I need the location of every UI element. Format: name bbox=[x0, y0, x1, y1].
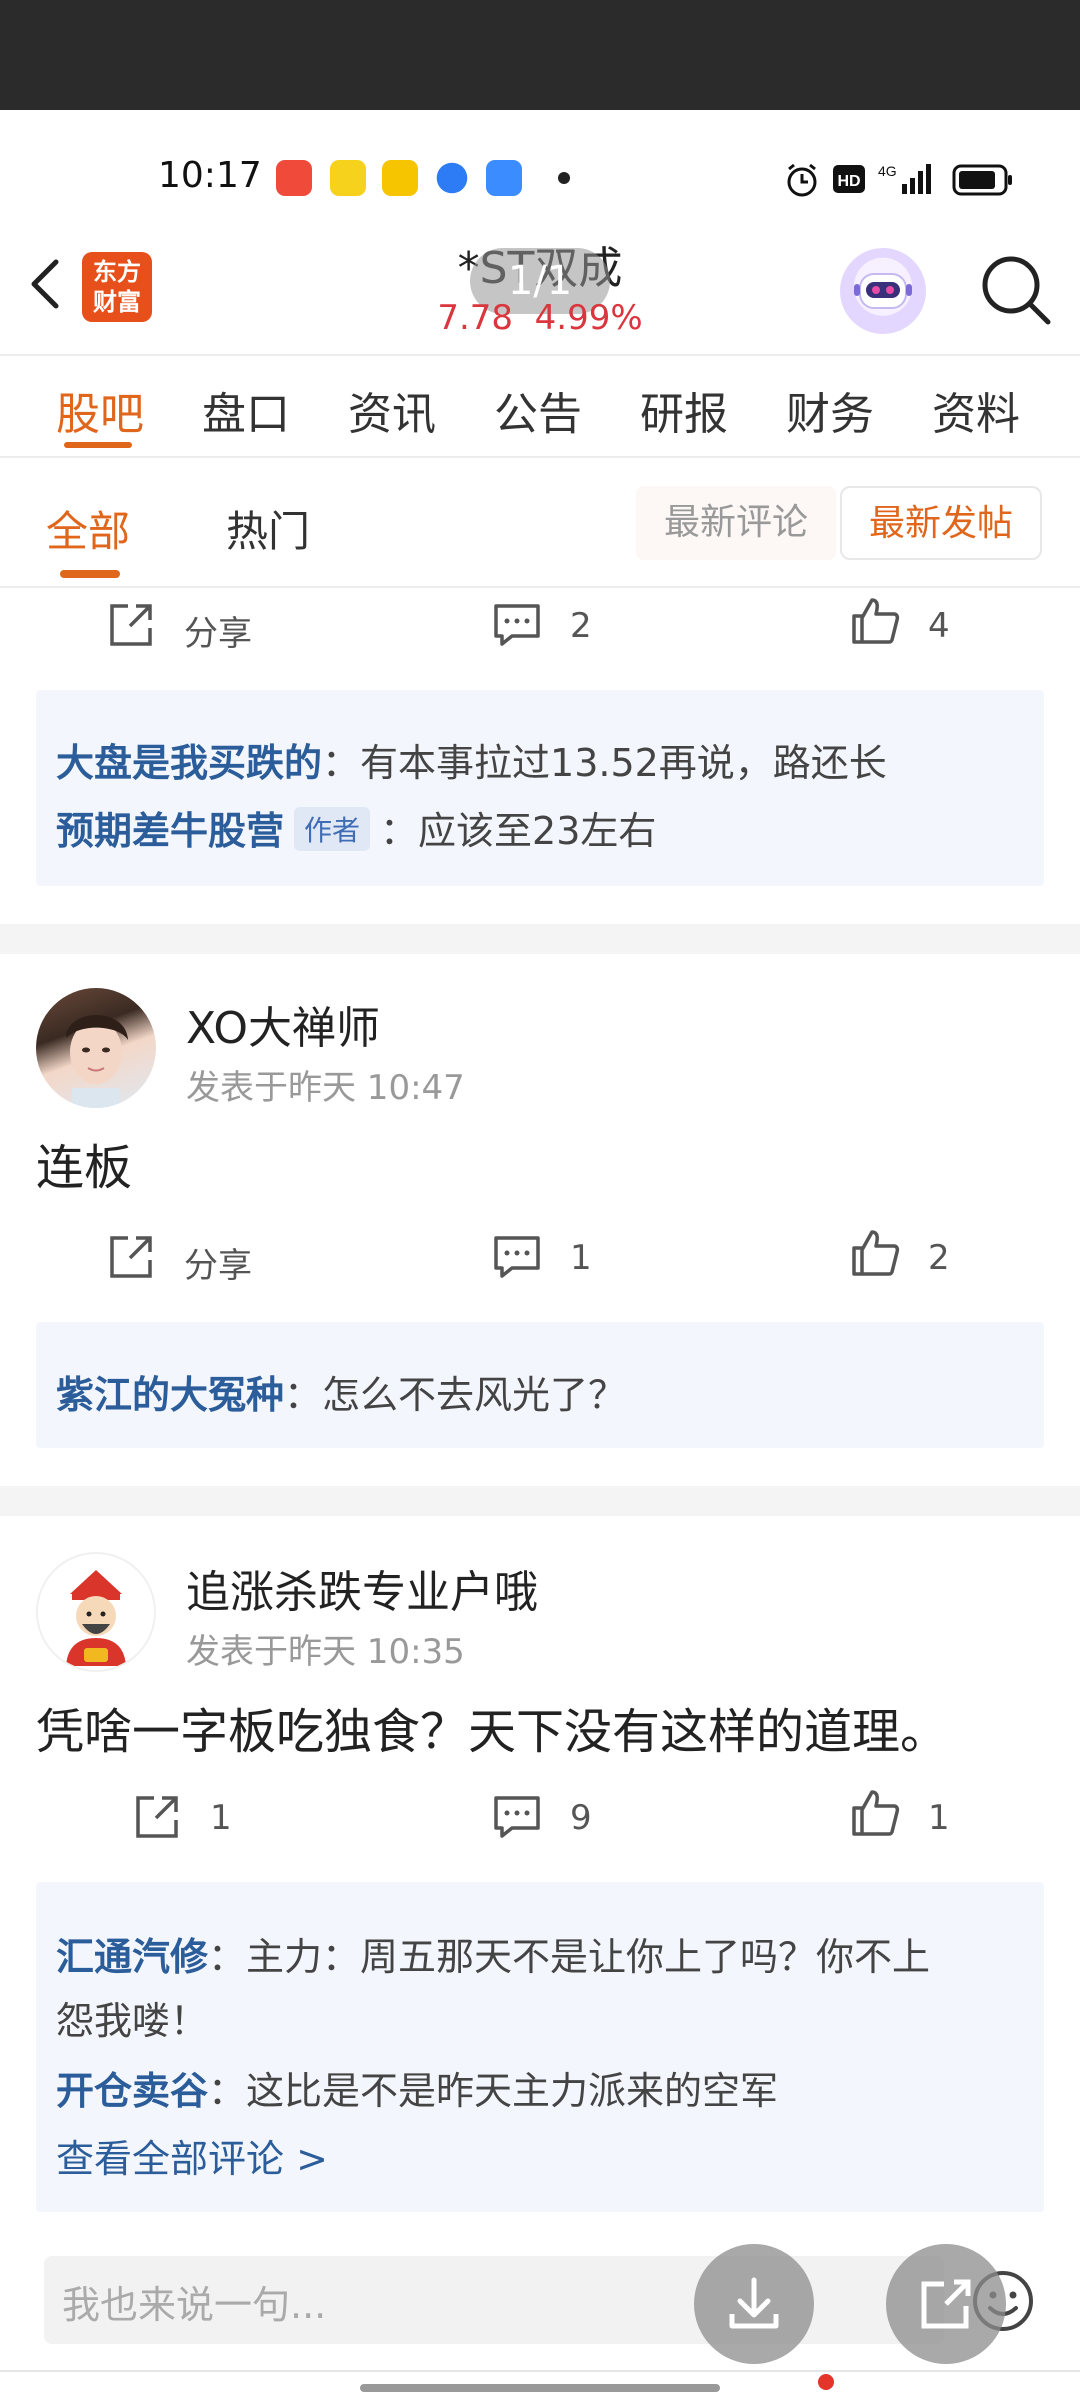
tab-guba[interactable]: 股吧 bbox=[56, 378, 144, 442]
reply-text: ：主力：周五那天不是让你上了吗？你不上 bbox=[208, 1935, 931, 1979]
reply-item[interactable]: 大盘是我买跌的：有本事拉过13.52再说，路还长 bbox=[56, 732, 887, 787]
stock-price-line: 7.78 4.99% bbox=[420, 298, 660, 338]
subtab-hot[interactable]: 热门 bbox=[226, 498, 310, 559]
reply-author[interactable]: 开仓卖谷 bbox=[56, 2069, 208, 2113]
post-separator bbox=[0, 1486, 1080, 1516]
tab-news[interactable]: 资讯 bbox=[348, 378, 436, 442]
share-icon[interactable] bbox=[106, 600, 156, 650]
robot-assistant-icon[interactable] bbox=[840, 248, 926, 334]
reply-box[interactable] bbox=[36, 690, 1044, 886]
search-icon[interactable] bbox=[976, 250, 1056, 330]
tabs-divider bbox=[0, 456, 1080, 458]
xianyu-app-icon bbox=[330, 160, 366, 196]
like-count[interactable]: 1 bbox=[928, 1798, 950, 1838]
files-app-icon bbox=[486, 160, 522, 196]
subtabs-divider bbox=[0, 586, 1080, 588]
comment-count[interactable]: 1 bbox=[570, 1238, 592, 1278]
tab-pankou[interactable]: 盘口 bbox=[202, 378, 290, 442]
like-icon[interactable] bbox=[850, 596, 900, 646]
tab-announcements[interactable]: 公告 bbox=[494, 378, 582, 442]
hd-icon: HD bbox=[833, 165, 865, 193]
header-divider bbox=[0, 354, 1080, 356]
share-icon[interactable] bbox=[106, 1232, 156, 1282]
like-count[interactable]: 4 bbox=[928, 606, 950, 646]
comment-icon[interactable] bbox=[492, 600, 542, 650]
sort-latest-comment-button[interactable]: 最新评论 bbox=[636, 486, 836, 560]
back-arrow-icon[interactable] bbox=[22, 254, 72, 314]
share-icon bbox=[921, 2279, 971, 2329]
post-body[interactable]: 连板 bbox=[36, 1128, 132, 1198]
like-count[interactable]: 2 bbox=[928, 1238, 950, 1278]
comment-count[interactable]: 2 bbox=[570, 606, 592, 646]
reply-text: ：怎么不去风光了？ bbox=[284, 1373, 627, 1417]
user-avatar[interactable] bbox=[36, 988, 156, 1108]
reply-author[interactable]: 紫江的大冤种 bbox=[56, 1373, 284, 1417]
tab-profile[interactable]: 资料 bbox=[932, 378, 1020, 442]
reply-author[interactable]: 预期差牛股营 bbox=[56, 809, 284, 853]
post-body[interactable]: 凭啥一字板吃独食？天下没有这样的道理。 bbox=[36, 1692, 948, 1762]
tab-research[interactable]: 研报 bbox=[640, 378, 728, 442]
home-indicator[interactable] bbox=[360, 2384, 720, 2392]
reply-author[interactable]: 大盘是我买跌的 bbox=[56, 741, 322, 785]
reply-author[interactable]: 汇通汽修 bbox=[56, 1935, 208, 1979]
post-time: 发表于昨天 10:47 bbox=[186, 1068, 465, 1108]
subtab-all[interactable]: 全部 bbox=[46, 498, 130, 559]
stock-price: 7.78 bbox=[437, 298, 514, 338]
reply-item[interactable]: 汇通汽修：主力：周五那天不是让你上了吗？你不上 bbox=[56, 1926, 930, 1981]
status-time: 10:17 bbox=[158, 155, 262, 196]
user-avatar[interactable] bbox=[36, 1552, 156, 1672]
share-icon[interactable] bbox=[132, 1792, 182, 1842]
tab-active-underline bbox=[64, 442, 132, 448]
eastmoney-logo[interactable]: 东方财富 bbox=[82, 252, 152, 322]
subtab-active-underline bbox=[60, 570, 120, 578]
reply-text-continued: 怨我喽！ bbox=[56, 1999, 209, 2043]
username[interactable]: 追涨杀跌专业户哦 bbox=[186, 1556, 538, 1620]
logo-text: 东方财富 bbox=[93, 258, 141, 316]
post-separator bbox=[0, 924, 1080, 954]
reply-item[interactable]: 开仓卖谷：这比是不是昨天主力派来的空军 bbox=[56, 2060, 778, 2115]
username[interactable]: XO大禅师 bbox=[186, 992, 380, 1056]
reply-text: ：有本事拉过13.52再说，路还长 bbox=[322, 741, 887, 785]
download-icon bbox=[729, 2277, 779, 2329]
alarm-icon bbox=[787, 163, 817, 197]
signal-icon: 4G bbox=[878, 163, 931, 194]
tab-finance[interactable]: 财务 bbox=[786, 378, 874, 442]
video-app-icon bbox=[276, 160, 312, 196]
comment-count[interactable]: 9 bbox=[570, 1798, 592, 1838]
author-badge: 作者 bbox=[294, 807, 371, 851]
reply-text: ：应该至23左右 bbox=[380, 809, 657, 853]
more-notifications-dot bbox=[558, 172, 570, 184]
reply-text: ：这比是不是昨天主力派来的空军 bbox=[208, 2069, 779, 2113]
stock-change: 4.99% bbox=[534, 298, 643, 338]
share-label[interactable]: 分享 bbox=[184, 606, 252, 655]
like-icon[interactable] bbox=[850, 1788, 900, 1838]
comment-input-placeholder: 我也来说一句... bbox=[62, 2283, 327, 2327]
sort-latest-post-button[interactable]: 最新发帖 bbox=[840, 486, 1042, 560]
share-label[interactable]: 分享 bbox=[184, 1238, 252, 1287]
view-all-comments-link[interactable]: 查看全部评论 > bbox=[56, 2128, 328, 2183]
battery-icon bbox=[952, 164, 1012, 196]
meituan-app-icon bbox=[382, 160, 418, 196]
svg-text:HD: HD bbox=[837, 173, 860, 190]
top-dark-bar bbox=[0, 0, 1080, 110]
post-time: 发表于昨天 10:35 bbox=[186, 1632, 465, 1672]
svg-text:4G: 4G bbox=[878, 163, 897, 179]
like-icon[interactable] bbox=[850, 1228, 900, 1278]
share-count[interactable]: 1 bbox=[210, 1798, 232, 1838]
notification-dot bbox=[818, 2374, 834, 2390]
share-fab[interactable] bbox=[886, 2244, 1006, 2364]
reply-item[interactable]: 紫江的大冤种：怎么不去风光了？ bbox=[56, 1364, 626, 1419]
comment-icon[interactable] bbox=[492, 1792, 542, 1842]
comment-icon[interactable] bbox=[492, 1232, 542, 1282]
download-fab[interactable] bbox=[694, 2244, 814, 2364]
feather-app-icon bbox=[436, 162, 468, 194]
reply-item[interactable]: 预期差牛股营 作者 ：应该至23左右 bbox=[56, 800, 656, 855]
